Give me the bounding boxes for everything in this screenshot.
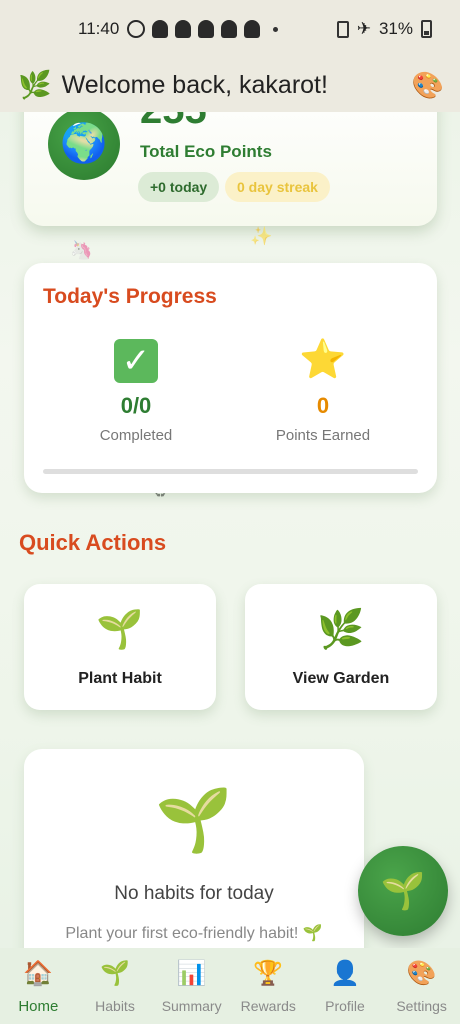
quick-actions-title: Quick Actions xyxy=(19,530,167,555)
seedling-icon: 🌱 xyxy=(96,609,144,651)
points-earned-label: Points Earned xyxy=(275,427,371,444)
today-points-chip: +0 today xyxy=(138,172,220,202)
nav-item-profile[interactable]: 👤 Profile xyxy=(307,958,383,1014)
nav-label: Rewards xyxy=(240,998,296,1014)
empty-habits-card: 🌱 No habits for today Plant your first e… xyxy=(24,749,364,969)
plant-habit-button[interactable]: 🌱 Plant Habit xyxy=(24,584,216,710)
airplane-icon: ✈ xyxy=(356,19,371,38)
progress-bar xyxy=(43,469,418,474)
completed-value: 0/0 xyxy=(120,393,152,418)
nav-item-habits[interactable]: 🌱 Habits xyxy=(77,958,153,1014)
empty-subtitle: Plant your first eco-friendly habit! 🌱 xyxy=(65,925,323,942)
battery-percent: 31% xyxy=(378,19,413,38)
app-header: 🌿 Welcome back, kakarot! 🎨 xyxy=(0,58,460,112)
completed-stat: ✓ 0/0 Completed xyxy=(46,335,226,444)
status-bar: 11:40 ✈ 31% xyxy=(0,0,460,58)
nav-label: Profile xyxy=(325,998,365,1014)
seedling-icon: 🌱 xyxy=(380,870,426,911)
nav-label: Settings xyxy=(396,998,447,1014)
whatsapp-icon xyxy=(127,20,146,38)
view-garden-label: View Garden xyxy=(292,670,390,687)
status-time: 11:40 xyxy=(78,19,120,38)
points-earned-value: 0 xyxy=(316,393,330,418)
more-notifications-dot xyxy=(273,26,279,32)
snapchat-icon xyxy=(175,20,192,38)
status-right: ✈ 31% xyxy=(336,19,432,39)
nav-label: Habits xyxy=(95,998,135,1014)
page-title: Welcome back, kakarot! xyxy=(61,70,328,99)
progress-title: Today's Progress xyxy=(43,285,217,308)
leaf-icon: 🌿 xyxy=(18,70,52,100)
snapchat-icon xyxy=(244,20,261,38)
snapchat-icon xyxy=(221,20,238,38)
seedling-icon: 🌱 xyxy=(155,786,233,855)
check-icon: ✓ xyxy=(114,339,158,383)
battery-icon xyxy=(421,20,432,38)
unicorn-deco-icon: 🦄 xyxy=(70,240,93,260)
nav-item-home[interactable]: 🏠 Home xyxy=(0,958,76,1015)
empty-title: No habits for today xyxy=(114,883,274,904)
todays-progress-card: Today's Progress ✓ 0/0 Completed ⭐ 0 Poi… xyxy=(24,263,437,493)
vibrate-icon xyxy=(336,20,349,38)
nav-label: Home xyxy=(18,998,59,1015)
trophy-icon: 🏆 xyxy=(253,960,284,987)
plant-habit-label: Plant Habit xyxy=(78,670,162,687)
globe-icon: 🌍 xyxy=(48,108,120,180)
seedling-icon: 🌱 xyxy=(100,960,130,987)
nav-item-settings[interactable]: 🎨 Settings xyxy=(384,958,460,1014)
chart-icon: 📊 xyxy=(176,960,207,987)
eco-points-label: Total Eco Points xyxy=(140,142,272,161)
add-habit-fab[interactable]: 🌱 xyxy=(358,846,448,936)
snapchat-icon xyxy=(152,20,169,38)
nav-label: Summary xyxy=(161,998,222,1014)
star-icon: ⭐ xyxy=(299,339,347,381)
nav-item-rewards[interactable]: 🏆 Rewards xyxy=(230,958,306,1014)
snapchat-icon xyxy=(198,20,215,38)
home-icon: 🏠 xyxy=(23,960,54,987)
nav-item-summary[interactable]: 📊 Summary xyxy=(154,958,230,1014)
streak-chip: 0 day streak xyxy=(225,172,330,202)
bottom-nav: 🏠 Home 🌱 Habits 📊 Summary 🏆 Rewards 👤 Pr… xyxy=(0,948,460,1024)
view-garden-button[interactable]: 🌿 View Garden xyxy=(245,584,437,710)
herb-icon: 🌿 xyxy=(317,609,365,651)
user-icon: 👤 xyxy=(330,960,360,987)
completed-label: Completed xyxy=(99,427,173,444)
points-earned-stat: ⭐ 0 Points Earned xyxy=(233,335,413,444)
palette-icon[interactable]: 🎨 xyxy=(412,70,444,101)
palette-icon: 🎨 xyxy=(406,960,437,987)
sparkle-deco-icon: ✨ xyxy=(250,226,273,246)
